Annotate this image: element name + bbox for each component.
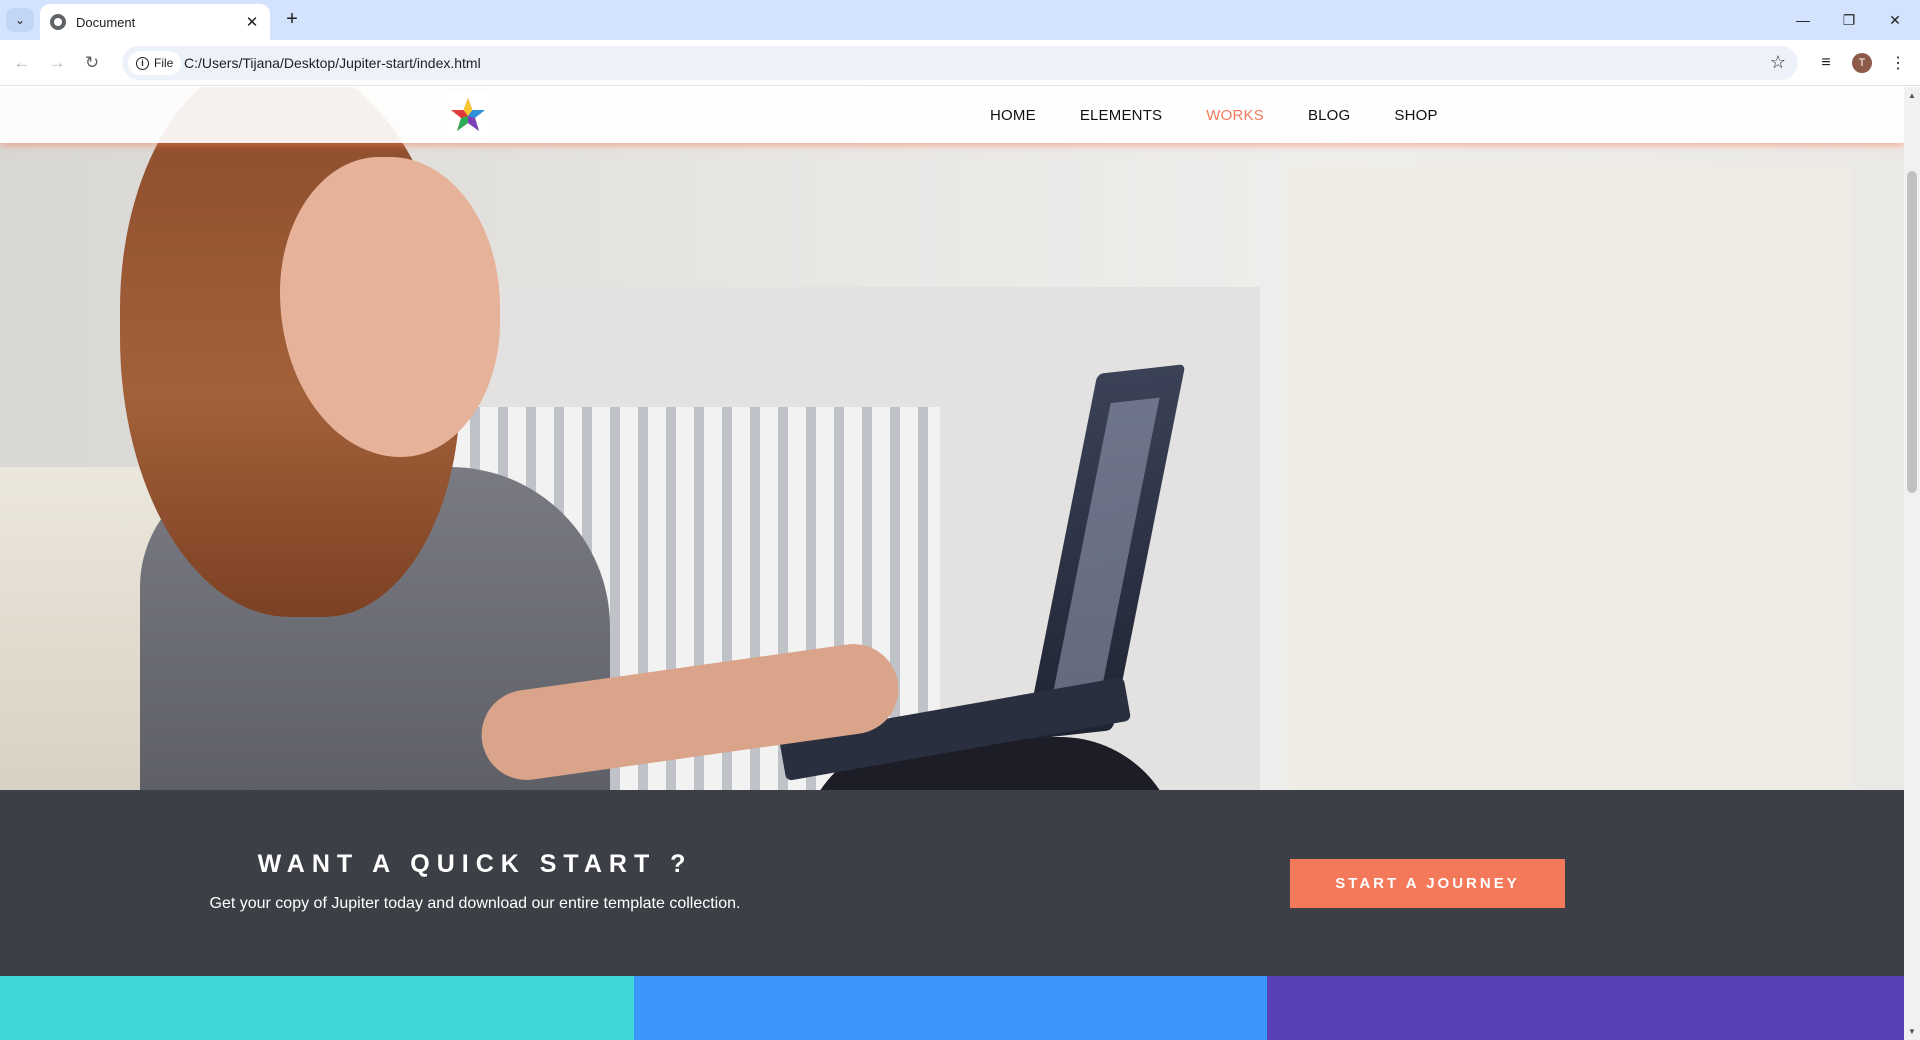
site-header: HOME ELEMENTS WORKS BLOG SHOP [0, 87, 1904, 143]
url-text[interactable]: C:/Users/Tijana/Desktop/Jupiter-start/in… [184, 55, 481, 71]
nav-works[interactable]: WORKS [1206, 107, 1264, 124]
scrollbar-thumb[interactable] [1907, 171, 1917, 493]
restore-button[interactable]: ❐ [1826, 6, 1872, 34]
feature-tile-teal [0, 976, 634, 1040]
address-bar[interactable]: i File C:/Users/Tijana/Desktop/Jupiter-s… [122, 46, 1798, 80]
tab-search-button[interactable]: ⌄ [6, 8, 34, 32]
feature-tile-purple [1267, 976, 1904, 1040]
star-icon[interactable]: ☆ [1770, 52, 1786, 73]
nav-shop[interactable]: SHOP [1394, 107, 1437, 124]
nav-blog[interactable]: BLOG [1308, 107, 1350, 124]
tab-title: Document [76, 14, 136, 30]
scroll-up-arrow-icon[interactable]: ▲ [1908, 91, 1916, 100]
site-info-label: File [154, 56, 174, 70]
close-window-button[interactable]: ✕ [1872, 6, 1918, 34]
main-nav: HOME ELEMENTS WORKS BLOG SHOP [990, 87, 1482, 143]
new-tab-button[interactable]: + [280, 8, 304, 32]
start-journey-button[interactable]: START A JOURNEY [1290, 859, 1565, 908]
cta-title: WANT A QUICK START ? [257, 850, 693, 878]
star-logo-icon [451, 98, 485, 131]
back-arrow-icon[interactable]: ← [8, 49, 36, 77]
browser-tab-bar: ⌄ Document ✕ + — ❐ ✕ [0, 0, 1920, 40]
media-controls-icon[interactable]: ≡ [1814, 51, 1838, 75]
globe-icon [50, 14, 66, 30]
avatar[interactable]: T [1852, 53, 1872, 73]
site-info-chip[interactable]: i File [128, 51, 182, 75]
minimize-button[interactable]: — [1780, 6, 1826, 34]
kebab-menu-icon[interactable]: ⋮ [1886, 51, 1910, 75]
info-icon: i [136, 56, 149, 70]
nav-elements[interactable]: ELEMENTS [1080, 107, 1162, 124]
scroll-down-arrow-icon[interactable]: ▼ [1908, 1027, 1916, 1036]
nav-home[interactable]: HOME [990, 107, 1036, 124]
browser-toolbar: ← → ↻ i File C:/Users/Tijana/Desktop/Jup… [0, 40, 1920, 86]
hero-image [0, 87, 1904, 790]
page-viewport: HOME ELEMENTS WORKS BLOG SHOP WANT A QUI… [0, 87, 1904, 1040]
browser-tab[interactable]: Document ✕ [40, 4, 270, 40]
tab-close-icon[interactable]: ✕ [244, 13, 260, 31]
cta-text: Get your copy of Jupiter today and downl… [209, 895, 741, 912]
page-scrollbar[interactable]: ▲ ▼ [1904, 87, 1920, 1040]
reload-icon[interactable]: ↻ [78, 49, 106, 77]
feature-tile-blue [634, 976, 1267, 1040]
hero-wall [1290, 167, 1850, 790]
cta-section: WANT A QUICK START ? Get your copy of Ju… [0, 790, 1904, 976]
forward-arrow-icon[interactable]: → [43, 49, 71, 77]
logo[interactable] [446, 93, 490, 137]
